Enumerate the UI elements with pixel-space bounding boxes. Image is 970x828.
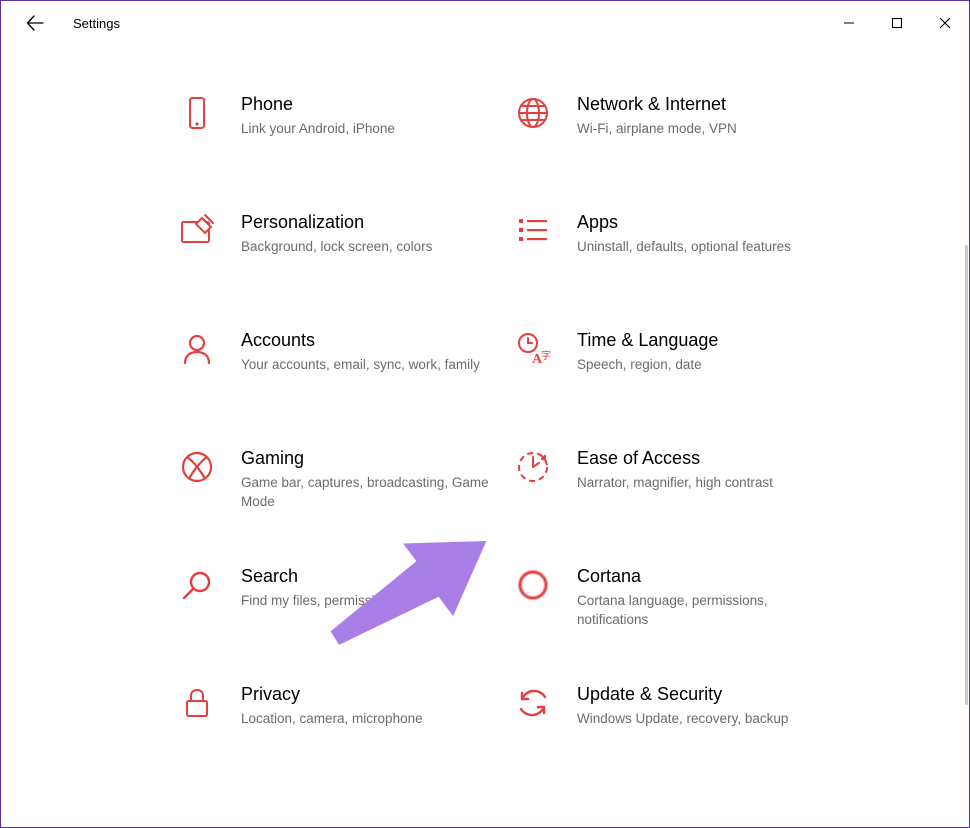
category-title: Privacy: [241, 683, 493, 706]
category-privacy[interactable]: Privacy Location, camera, microphone: [177, 683, 513, 753]
back-button[interactable]: [21, 9, 49, 37]
ease-of-access-icon: [513, 447, 553, 487]
maximize-button[interactable]: [873, 1, 921, 45]
category-desc: Narrator, magnifier, high contrast: [577, 474, 829, 492]
back-arrow-icon: [26, 14, 44, 32]
category-title: Network & Internet: [577, 93, 829, 116]
phone-icon: [177, 93, 217, 133]
lock-icon: [177, 683, 217, 723]
category-network[interactable]: Network & Internet Wi-Fi, airplane mode,…: [513, 93, 849, 163]
category-desc: Speech, region, date: [577, 356, 829, 374]
personalization-icon: [177, 211, 217, 251]
maximize-icon: [891, 17, 903, 29]
close-icon: [939, 17, 951, 29]
category-desc: Windows Update, recovery, backup: [577, 710, 829, 728]
category-phone[interactable]: Phone Link your Android, iPhone: [177, 93, 513, 163]
category-text: Cortana Cortana language, permissions, n…: [577, 565, 849, 629]
category-text: Accounts Your accounts, email, sync, wor…: [241, 329, 513, 375]
categories-grid: Phone Link your Android, iPhone Network …: [177, 93, 969, 753]
window-title: Settings: [73, 16, 120, 31]
content-area: Phone Link your Android, iPhone Network …: [1, 45, 969, 827]
category-desc: Location, camera, microphone: [241, 710, 493, 728]
minimize-icon: [843, 17, 855, 29]
category-title: Phone: [241, 93, 493, 116]
search-icon: [177, 565, 217, 605]
category-title: Search: [241, 565, 493, 588]
category-desc: Background, lock screen, colors: [241, 238, 493, 256]
category-accounts[interactable]: Accounts Your accounts, email, sync, wor…: [177, 329, 513, 399]
category-desc: Wi-Fi, airplane mode, VPN: [577, 120, 829, 138]
category-desc: Find my files, permissions: [241, 592, 493, 610]
titlebar: Settings: [1, 1, 969, 45]
category-desc: Link your Android, iPhone: [241, 120, 493, 138]
category-title: Gaming: [241, 447, 493, 470]
category-gaming[interactable]: Gaming Game bar, captures, broadcasting,…: [177, 447, 513, 517]
category-time-language[interactable]: A字 Time & Language Speech, region, date: [513, 329, 849, 399]
close-button[interactable]: [921, 1, 969, 45]
category-update-security[interactable]: Update & Security Windows Update, recove…: [513, 683, 849, 753]
category-text: Search Find my files, permissions: [241, 565, 513, 611]
category-personalization[interactable]: Personalization Background, lock screen,…: [177, 211, 513, 281]
cortana-icon: [513, 565, 553, 605]
category-desc: Uninstall, defaults, optional features: [577, 238, 829, 256]
category-search[interactable]: Search Find my files, permissions: [177, 565, 513, 635]
minimize-button[interactable]: [825, 1, 873, 45]
xbox-icon: [177, 447, 217, 487]
category-title: Update & Security: [577, 683, 829, 706]
category-text: Privacy Location, camera, microphone: [241, 683, 513, 729]
category-title: Accounts: [241, 329, 493, 352]
svg-text:字: 字: [541, 349, 551, 362]
category-text: Personalization Background, lock screen,…: [241, 211, 513, 257]
category-text: Time & Language Speech, region, date: [577, 329, 849, 375]
window-controls: [825, 1, 969, 45]
category-title: Apps: [577, 211, 829, 234]
category-title: Ease of Access: [577, 447, 829, 470]
titlebar-left: Settings: [1, 9, 120, 37]
category-text: Phone Link your Android, iPhone: [241, 93, 513, 139]
category-apps[interactable]: Apps Uninstall, defaults, optional featu…: [513, 211, 849, 281]
category-title: Personalization: [241, 211, 493, 234]
time-language-icon: A字: [513, 329, 553, 369]
update-icon: [513, 683, 553, 723]
category-desc: Cortana language, permissions, notificat…: [577, 592, 829, 628]
category-title: Time & Language: [577, 329, 829, 352]
category-desc: Your accounts, email, sync, work, family: [241, 356, 493, 374]
category-text: Gaming Game bar, captures, broadcasting,…: [241, 447, 513, 511]
globe-icon: [513, 93, 553, 133]
category-title: Cortana: [577, 565, 829, 588]
category-text: Update & Security Windows Update, recove…: [577, 683, 849, 729]
category-ease-of-access[interactable]: Ease of Access Narrator, magnifier, high…: [513, 447, 849, 517]
category-text: Apps Uninstall, defaults, optional featu…: [577, 211, 849, 257]
scrollbar[interactable]: [965, 245, 968, 705]
category-text: Ease of Access Narrator, magnifier, high…: [577, 447, 849, 493]
apps-list-icon: [513, 211, 553, 251]
person-icon: [177, 329, 217, 369]
category-desc: Game bar, captures, broadcasting, Game M…: [241, 474, 493, 510]
category-text: Network & Internet Wi-Fi, airplane mode,…: [577, 93, 849, 139]
category-cortana[interactable]: Cortana Cortana language, permissions, n…: [513, 565, 849, 635]
